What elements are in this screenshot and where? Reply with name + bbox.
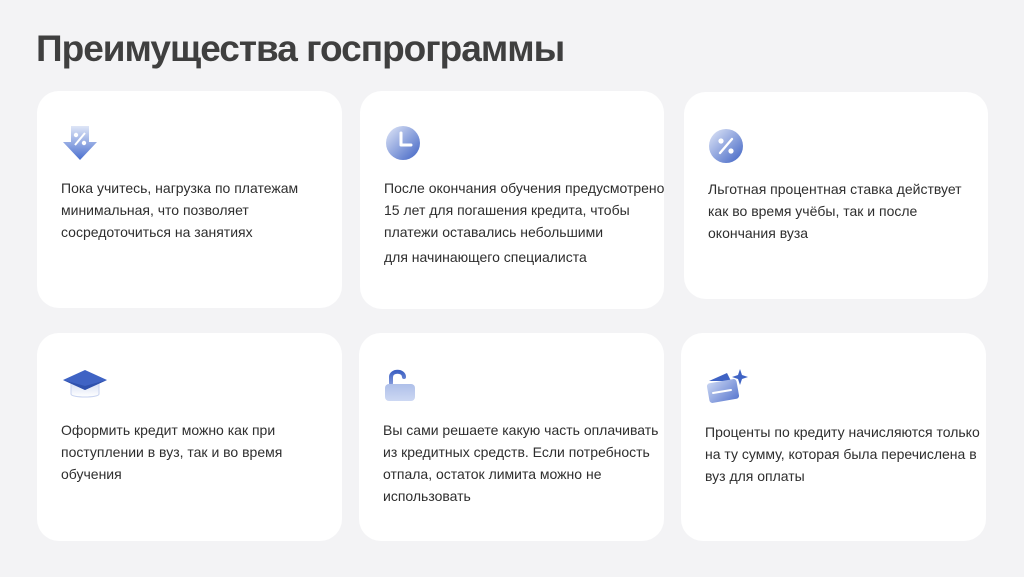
benefit-text-line: вуз для оплаты xyxy=(705,468,805,484)
benefit-text: Льготная процентная ставка действует как… xyxy=(708,178,962,244)
benefit-text-line: использовать xyxy=(383,488,471,504)
benefit-text: Оформить кредит можно как при поступлени… xyxy=(61,419,282,485)
percent-badge-icon xyxy=(708,128,744,164)
open-lock-icon xyxy=(383,367,419,403)
benefit-text: После окончания обучения предусмотрено 1… xyxy=(384,177,664,268)
benefit-card-flexible-usage: Вы сами решаете какую часть оплачивать и… xyxy=(359,333,664,541)
benefit-text-line: для начинающего специалиста xyxy=(384,249,587,265)
benefit-text-line: отпала, остаток лимита можно не xyxy=(383,466,602,482)
benefit-text-line: платежи оставались небольшими xyxy=(384,224,604,240)
clock-icon xyxy=(384,124,422,162)
benefit-text: Проценты по кредиту начисляются только н… xyxy=(705,421,980,487)
benefit-card-preferential-rate: Льготная процентная ставка действует как… xyxy=(684,92,988,299)
page-title: Преимущества госпрограммы xyxy=(36,28,565,69)
benefit-card-minimal-payments: Пока учитесь, нагрузка по платежам миним… xyxy=(37,91,342,308)
percent-down-arrow-icon xyxy=(61,124,99,164)
benefit-text: Пока учитесь, нагрузка по платежам миним… xyxy=(61,177,298,243)
benefit-text-line: сосредоточиться на занятиях xyxy=(61,224,253,240)
benefit-text-line: Льготная процентная ставка действует xyxy=(708,181,962,197)
benefit-text-line: поступлении в вуз, так и во время xyxy=(61,444,283,460)
benefit-text: Вы сами решаете какую часть оплачивать и… xyxy=(383,419,658,507)
benefit-text-line: минимальная, что позволяет xyxy=(61,202,249,218)
benefit-text-line: 15 лет для погашения кредита, чтобы xyxy=(384,202,630,218)
benefit-card-apply-anytime: Оформить кредит можно как при поступлени… xyxy=(37,333,342,541)
benefit-text-line: Вы сами решаете какую часть оплачивать xyxy=(383,422,659,438)
wallet-sparkle-icon xyxy=(705,367,749,405)
benefit-text-line: окончания вуза xyxy=(708,225,809,241)
benefit-text-line: из кредитных средств. Если потребность xyxy=(383,444,650,460)
benefit-text-line: на ту сумму, которая была перечислена в xyxy=(705,446,977,462)
benefit-text-line: Проценты по кредиту начисляются только xyxy=(705,424,980,440)
benefit-text-line: Пока учитесь, нагрузка по платежам xyxy=(61,180,299,196)
benefit-text-line: После окончания обучения предусмотрено xyxy=(384,180,665,196)
benefit-text-line: обучения xyxy=(61,466,122,482)
graduation-cap-icon xyxy=(61,367,109,401)
benefit-text-line: Оформить кредит можно как при xyxy=(61,422,276,438)
benefit-card-repayment-term: После окончания обучения предусмотрено 1… xyxy=(360,91,664,309)
benefit-text-line: как во время учёбы, так и после xyxy=(708,203,918,219)
benefit-card-interest-on-transferred: Проценты по кредиту начисляются только н… xyxy=(681,333,986,541)
